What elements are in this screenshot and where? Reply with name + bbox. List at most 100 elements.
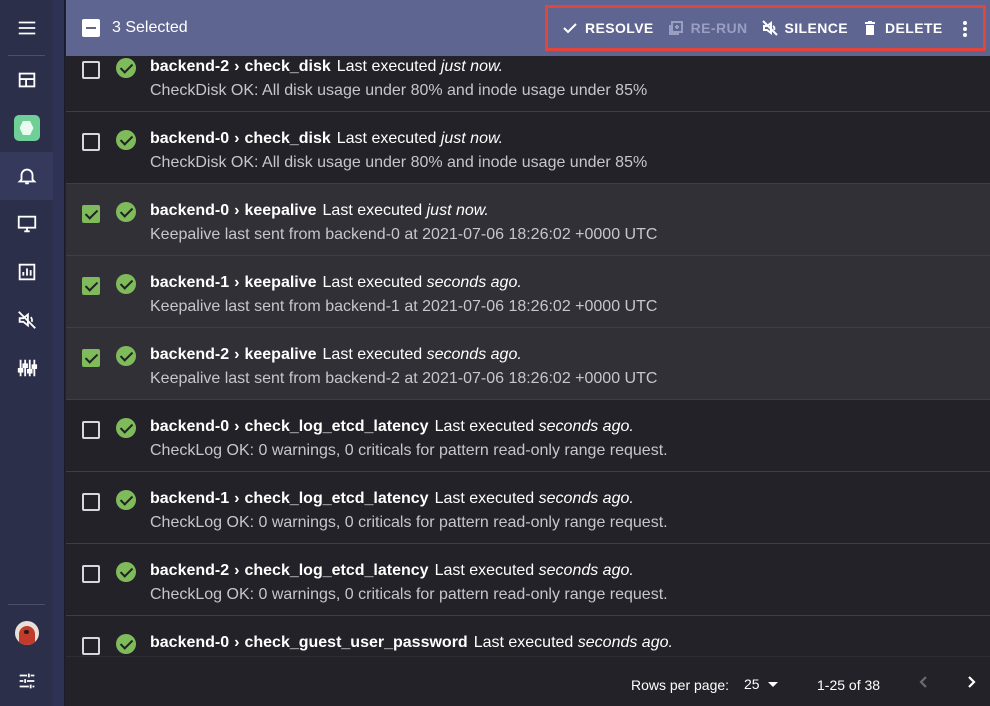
executed-prefix: Last executed bbox=[322, 346, 423, 363]
event-row[interactable]: backend-0 › check_disk Last executed just n… bbox=[66, 112, 990, 184]
entity-name[interactable]: backend-0 bbox=[150, 130, 229, 147]
check-output: Keepalive last sent from backend-2 at 20… bbox=[150, 370, 658, 387]
executed-when: seconds ago. bbox=[538, 490, 634, 507]
executed-when: seconds ago. bbox=[426, 274, 522, 291]
check-output: CheckLog OK: 0 warnings, 0 criticals for… bbox=[150, 442, 668, 459]
passing-status-icon bbox=[116, 58, 136, 78]
event-row[interactable]: backend-2 › keepalive Last executed seconds… bbox=[66, 328, 990, 400]
check-name[interactable]: keepalive bbox=[244, 202, 316, 219]
event-title[interactable]: backend-2 › check_disk Last executed just n… bbox=[150, 58, 503, 76]
separator: › bbox=[234, 346, 240, 363]
check-name[interactable]: check_log_etcd_latency bbox=[244, 490, 428, 507]
separator: › bbox=[234, 490, 240, 507]
row-checkbox[interactable] bbox=[82, 205, 100, 223]
event-title[interactable]: backend-0 › keepalive Last executed just no… bbox=[150, 202, 489, 220]
sidebar-item-silences[interactable] bbox=[0, 296, 53, 344]
passing-status-icon bbox=[116, 490, 136, 510]
delete-button[interactable]: DELETE bbox=[862, 20, 943, 36]
separator: › bbox=[234, 58, 240, 75]
executed-prefix: Last executed bbox=[434, 490, 535, 507]
executed-when: just now. bbox=[440, 130, 504, 147]
check-name[interactable]: keepalive bbox=[244, 346, 316, 363]
check-name[interactable]: check_disk bbox=[244, 130, 330, 147]
row-checkbox[interactable] bbox=[82, 637, 100, 655]
check-name[interactable]: check_log_etcd_latency bbox=[244, 562, 428, 579]
check-name[interactable]: keepalive bbox=[244, 274, 316, 291]
next-page-button[interactable] bbox=[963, 674, 979, 690]
selected-count: 3 Selected bbox=[112, 19, 188, 36]
entity-name[interactable]: backend-0 bbox=[150, 202, 229, 219]
event-title[interactable]: backend-0 › check_log_etcd_latency Last exe… bbox=[150, 418, 634, 436]
check-name[interactable]: check_log_etcd_latency bbox=[244, 418, 428, 435]
resolve-label: RESOLVE bbox=[585, 20, 654, 36]
sidebar-item-events[interactable] bbox=[0, 152, 53, 200]
row-checkbox[interactable] bbox=[82, 421, 100, 439]
namespace-badge-icon bbox=[13, 115, 40, 141]
event-title[interactable]: backend-2 › keepalive Last executed seconds… bbox=[150, 346, 522, 364]
row-checkbox[interactable] bbox=[82, 493, 100, 511]
event-title[interactable]: backend-1 › check_log_etcd_latency Last exe… bbox=[150, 490, 634, 508]
select-all-checkbox[interactable] bbox=[82, 19, 100, 37]
executed-prefix: Last executed bbox=[434, 562, 535, 579]
row-checkbox[interactable] bbox=[82, 349, 100, 367]
silence-icon bbox=[17, 311, 36, 329]
passing-status-icon bbox=[116, 130, 136, 150]
entity-name[interactable]: backend-0 bbox=[150, 634, 229, 651]
trash-icon bbox=[865, 21, 875, 35]
event-row[interactable]: backend-1 › keepalive Last executed seconds… bbox=[66, 256, 990, 328]
row-checkbox[interactable] bbox=[82, 565, 100, 583]
row-checkbox[interactable] bbox=[82, 133, 100, 151]
entity-name[interactable]: backend-1 bbox=[150, 274, 229, 291]
entity-name[interactable]: backend-2 bbox=[150, 562, 229, 579]
event-row[interactable]: backend-0 › check_guest_user_password Last … bbox=[66, 616, 990, 656]
rows-per-page-select[interactable]: 25 bbox=[744, 676, 760, 692]
dashboard-icon bbox=[18, 72, 35, 88]
queue-icon bbox=[668, 21, 683, 35]
rerun-label: RE-RUN bbox=[690, 20, 748, 36]
chevron-right-icon bbox=[968, 676, 976, 688]
sidebar-item-namespace[interactable] bbox=[0, 104, 53, 152]
silence-button[interactable]: SILENCE bbox=[761, 20, 848, 36]
bell-icon bbox=[16, 168, 37, 185]
caret-down-icon[interactable] bbox=[768, 682, 778, 687]
executed-when: seconds ago. bbox=[577, 634, 673, 651]
entity-name[interactable]: backend-0 bbox=[150, 418, 229, 435]
event-title[interactable]: backend-0 › check_disk Last executed just n… bbox=[150, 130, 503, 148]
entity-name[interactable]: backend-1 bbox=[150, 490, 229, 507]
event-row[interactable]: backend-2 › check_log_etcd_latency Last exe… bbox=[66, 544, 990, 616]
chart-icon bbox=[18, 263, 35, 281]
menu-button[interactable] bbox=[0, 4, 53, 52]
page-range: 1-25 of 38 bbox=[817, 677, 881, 693]
sidebar-item-entities[interactable] bbox=[0, 200, 53, 248]
sidebar-item-handlers[interactable] bbox=[0, 344, 53, 392]
executed-prefix: Last executed bbox=[336, 58, 437, 75]
user-menu[interactable] bbox=[0, 609, 53, 657]
resolve-button[interactable]: RESOLVE bbox=[562, 20, 654, 36]
event-row[interactable]: backend-0 › check_log_etcd_latency Last exe… bbox=[66, 400, 990, 472]
executed-when: just now. bbox=[440, 58, 504, 75]
event-row[interactable]: backend-1 › check_log_etcd_latency Last exe… bbox=[66, 472, 990, 544]
executed-when: seconds ago. bbox=[426, 346, 522, 363]
event-row[interactable]: backend-0 › keepalive Last executed just no… bbox=[66, 184, 990, 256]
event-row[interactable]: backend-2 › check_disk Last executed just n… bbox=[66, 56, 990, 112]
rerun-button[interactable]: RE-RUN bbox=[668, 20, 748, 36]
event-title[interactable]: backend-2 › check_log_etcd_latency Last exe… bbox=[150, 562, 634, 580]
row-checkbox[interactable] bbox=[82, 277, 100, 295]
row-checkbox[interactable] bbox=[82, 61, 100, 79]
check-name[interactable]: check_disk bbox=[244, 58, 330, 75]
check-name[interactable]: check_guest_user_password bbox=[244, 634, 467, 651]
previous-page-button[interactable] bbox=[916, 674, 932, 690]
preferences-button[interactable] bbox=[0, 657, 53, 705]
separator: › bbox=[234, 274, 240, 291]
entity-name[interactable]: backend-2 bbox=[150, 58, 229, 75]
separator: › bbox=[234, 418, 240, 435]
sidebar-item-dashboard[interactable] bbox=[0, 56, 53, 104]
executed-prefix: Last executed bbox=[434, 418, 535, 435]
more-actions-icon[interactable] bbox=[963, 21, 967, 37]
chevron-left-icon bbox=[919, 676, 927, 688]
sidebar-item-checks[interactable] bbox=[0, 248, 53, 296]
check-output: Keepalive last sent from backend-1 at 20… bbox=[150, 298, 658, 315]
event-title[interactable]: backend-0 › check_guest_user_password Last … bbox=[150, 634, 673, 652]
entity-name[interactable]: backend-2 bbox=[150, 346, 229, 363]
event-title[interactable]: backend-1 › keepalive Last executed seconds… bbox=[150, 274, 522, 292]
